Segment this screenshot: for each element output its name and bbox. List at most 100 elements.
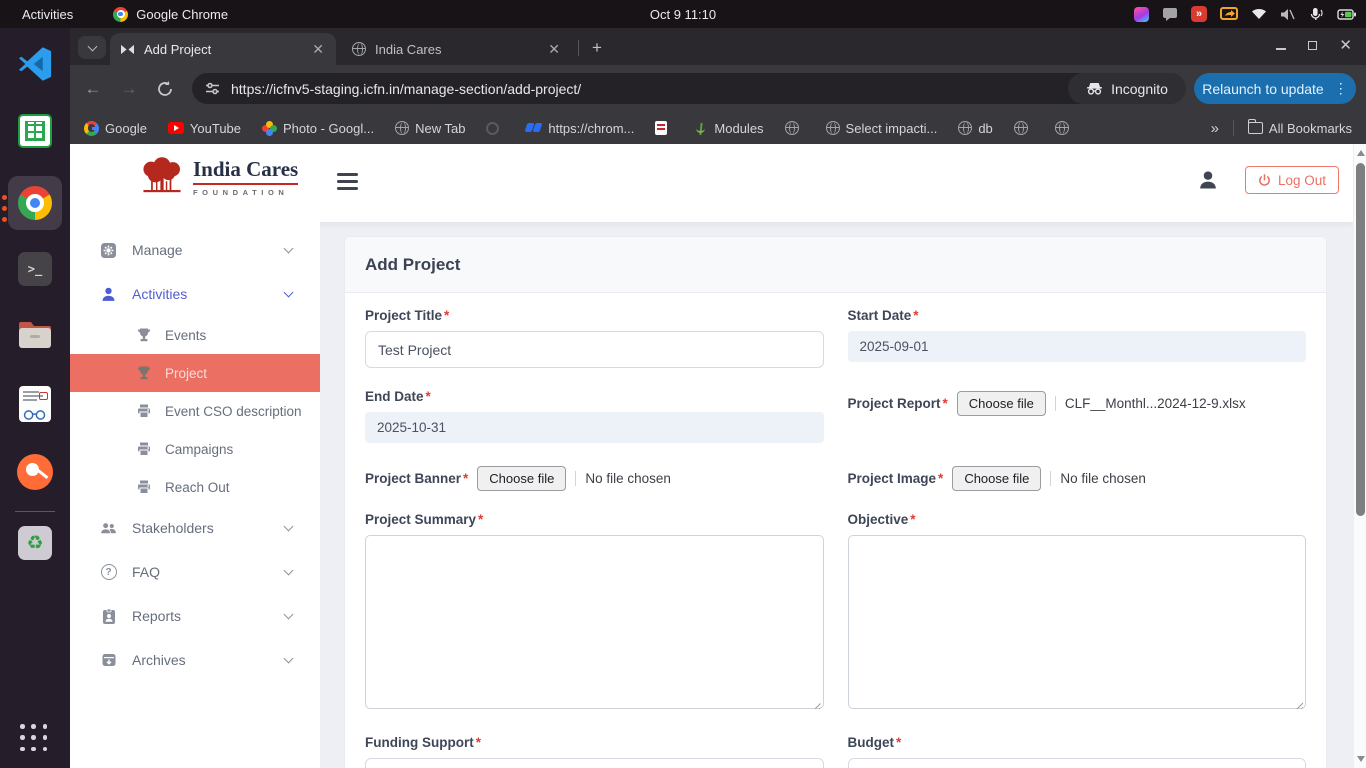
bookmark-chrome-link[interactable]: https://chrom... [526, 121, 634, 136]
chevron-down-icon [284, 610, 294, 620]
close-tab-icon[interactable]: ✕ [546, 41, 562, 58]
sidebar-item-stakeholders[interactable]: Stakeholders [70, 506, 320, 550]
sidebar-item-reports[interactable]: Reports [70, 594, 320, 638]
sidebar-item-label: Manage [132, 242, 183, 258]
terminal-icon [18, 252, 52, 286]
project-report-choose-file-button[interactable]: Choose file [957, 391, 1046, 416]
bookmark-unnamed[interactable] [486, 122, 505, 135]
folder-icon [1248, 122, 1263, 134]
maximize-icon[interactable] [1308, 41, 1317, 50]
bookmark-google[interactable]: Google [84, 121, 147, 136]
activities-button[interactable]: Activities [22, 7, 73, 22]
sidebar-item-reach-out[interactable]: Reach Out [70, 468, 320, 506]
back-button[interactable]: ← [82, 78, 104, 100]
bookmark-db[interactable]: db [958, 121, 992, 136]
sidebar-item-project[interactable]: Project [70, 354, 320, 392]
page-scrollbar[interactable] [1353, 144, 1366, 768]
bookmark-unnamed[interactable] [1014, 121, 1034, 135]
wifi-icon [1251, 8, 1267, 20]
tab-add-project[interactable]: Add Project ✕ [110, 33, 336, 65]
sidebar: Manage Activities Events Project [70, 222, 320, 768]
sidebar-toggle-button[interactable] [337, 173, 358, 190]
logout-button[interactable]: Log Out [1245, 166, 1339, 194]
globe-icon [785, 121, 799, 135]
files-launcher[interactable] [0, 320, 70, 350]
close-tab-icon[interactable]: ✕ [310, 41, 326, 58]
sidebar-item-event-cso-description[interactable]: Event CSO description [70, 392, 320, 430]
tab-separator [578, 40, 579, 56]
libreoffice-calc-icon [18, 114, 52, 148]
bookmark-unnamed[interactable] [785, 121, 805, 135]
sidebar-item-campaigns[interactable]: Campaigns [70, 430, 320, 468]
bookmark-unnamed[interactable] [1055, 121, 1075, 135]
bajaj-favicon [655, 121, 667, 135]
sidebar-item-faq[interactable]: FAQ [70, 550, 320, 594]
sidebar-item-label: Reports [132, 608, 181, 624]
bookmark-bajaj[interactable] [655, 121, 673, 135]
terminal-launcher[interactable] [0, 252, 70, 286]
dock-divider [15, 511, 55, 512]
vscode-launcher[interactable] [0, 46, 70, 82]
trash-launcher[interactable] [0, 526, 70, 560]
funding-support-input[interactable] [365, 758, 824, 768]
project-title-label: Project Title* [365, 308, 824, 323]
new-tab-button[interactable]: + [592, 38, 602, 58]
chevron-down-icon [284, 244, 294, 254]
budget-label: Budget* [848, 735, 1307, 750]
document-viewer-launcher[interactable] [0, 386, 70, 422]
logo-subtitle: Foundation [193, 188, 298, 197]
active-app-menu[interactable]: Google Chrome [113, 7, 228, 22]
libreoffice-calc-launcher[interactable] [0, 114, 70, 148]
bookmark-photos[interactable]: Photo - Googl... [262, 121, 374, 136]
sidebar-item-manage[interactable]: Manage [70, 228, 320, 272]
sidebar-item-label: Reach Out [165, 480, 230, 495]
postman-icon [17, 454, 53, 490]
incognito-icon [1086, 82, 1103, 95]
project-banner-choose-file-button[interactable]: Choose file [477, 466, 566, 491]
chrome-launcher[interactable] [0, 186, 70, 220]
sidebar-item-label: Events [165, 328, 206, 343]
site-settings-icon[interactable] [204, 80, 221, 97]
end-date-input[interactable] [365, 412, 824, 443]
scroll-down-arrow-icon[interactable] [1357, 756, 1365, 762]
tab-india-cares[interactable]: India Cares ✕ [342, 33, 572, 65]
bookmarks-overflow-button[interactable]: » [1211, 120, 1219, 137]
chevron-down-icon [284, 566, 294, 576]
all-bookmarks-button[interactable]: All Bookmarks [1248, 121, 1352, 136]
close-window-icon[interactable]: ✕ [1339, 38, 1352, 53]
bookmark-modules[interactable]: Modules [694, 121, 763, 136]
browser-menu-icon[interactable]: ⋮ [1334, 80, 1348, 97]
sidebar-item-events[interactable]: Events [70, 316, 320, 354]
bookmark-new-tab[interactable]: New Tab [395, 121, 465, 136]
bookmark-youtube[interactable]: YouTube [168, 121, 241, 136]
address-bar[interactable]: https://icfnv5-staging.icfn.in/manage-se… [192, 73, 1128, 104]
clock[interactable]: Oct 9 11:10 [650, 0, 716, 28]
reload-button[interactable] [154, 78, 176, 100]
show-applications-button[interactable] [20, 724, 50, 754]
project-summary-textarea[interactable] [365, 535, 824, 709]
project-image-label: Project Image* [848, 471, 944, 486]
project-banner-filename: No file chosen [575, 471, 671, 486]
forward-button[interactable]: → [118, 78, 140, 100]
project-title-input[interactable] [365, 331, 824, 368]
sidebar-item-label: Activities [132, 286, 187, 302]
objective-textarea[interactable] [848, 535, 1307, 709]
budget-input[interactable] [848, 758, 1307, 768]
relaunch-to-update-button[interactable]: Relaunch to update ⋮ [1194, 73, 1356, 104]
bookmark-select-impact[interactable]: Select impacti... [826, 121, 938, 136]
india-cares-logo[interactable]: India Cares Foundation [138, 157, 298, 199]
user-avatar-icon[interactable] [1197, 169, 1219, 191]
report-badge-icon [100, 608, 117, 625]
start-date-input[interactable] [848, 331, 1307, 362]
sidebar-item-archives[interactable]: Archives [70, 638, 320, 682]
sidebar-item-activities[interactable]: Activities [70, 272, 320, 316]
minimize-icon[interactable] [1276, 48, 1286, 50]
project-image-choose-file-button[interactable]: Choose file [952, 466, 1041, 491]
postman-launcher[interactable] [0, 454, 70, 490]
scrollbar-thumb[interactable] [1356, 163, 1365, 516]
sidebar-item-label: FAQ [132, 564, 160, 580]
tab-search-button[interactable] [78, 36, 106, 59]
system-tray[interactable] [1134, 0, 1356, 28]
scroll-up-arrow-icon[interactable] [1357, 150, 1365, 156]
sidebar-item-label: Archives [132, 652, 186, 668]
